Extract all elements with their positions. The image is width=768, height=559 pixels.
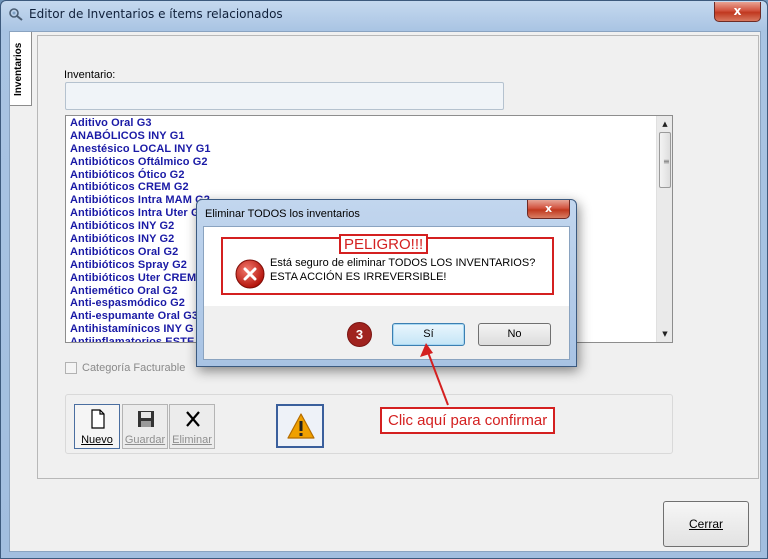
scroll-down-icon[interactable]: ▼ — [657, 326, 672, 342]
cerrar-button[interactable]: Cerrar — [663, 501, 749, 547]
close-icon: x — [733, 4, 742, 18]
list-item[interactable]: Antibióticos Oftálmico G2 — [70, 156, 655, 169]
dialog-title: Eliminar TODOS los inventarios — [205, 208, 360, 220]
dialog-body: Está seguro de eliminar TODOS LOS INVENT… — [203, 226, 570, 360]
dialog-close-button[interactable]: x — [527, 200, 570, 219]
delete-all-warning-button[interactable] — [276, 404, 324, 448]
checkbox-box[interactable] — [65, 362, 77, 374]
peligro-label: PELIGRO!!! — [339, 234, 429, 254]
warning-icon — [287, 413, 315, 439]
step-number-badge: 3 — [347, 322, 372, 347]
guardar-label: Guardar — [124, 434, 166, 446]
list-item[interactable]: ANABÓLICOS INY G1 — [70, 130, 655, 143]
guardar-button[interactable]: Guardar — [122, 404, 168, 449]
scroll-up-icon[interactable]: ▲ — [657, 116, 672, 132]
scroll-thumb[interactable]: ≡ — [659, 132, 671, 188]
inventario-label: Inventario: — [64, 69, 116, 81]
cerrar-label: Cerrar — [688, 517, 723, 531]
dialog-message-area: Está seguro de eliminar TODOS LOS INVENT… — [204, 227, 569, 306]
tab-inventarios[interactable]: Inventarios — [10, 32, 32, 106]
save-icon — [138, 411, 154, 427]
list-item[interactable]: Antibióticos CREM G2 — [70, 181, 655, 194]
confirm-delete-dialog: Eliminar TODOS los inventarios x Está se… — [196, 199, 577, 367]
no-button[interactable]: No — [478, 323, 551, 346]
window-close-button[interactable]: x — [714, 2, 761, 22]
list-item[interactable]: Antibióticos Ótico G2 — [70, 169, 655, 182]
yes-button[interactable]: Sí — [392, 323, 465, 346]
thumb-grip-icon: ≡ — [663, 157, 670, 166]
close-icon: x — [544, 202, 553, 215]
list-item[interactable]: Anestésico LOCAL INY G1 — [70, 143, 655, 156]
nuevo-button[interactable]: Nuevo — [74, 404, 120, 449]
inventario-input[interactable] — [65, 82, 504, 110]
eliminar-button[interactable]: Eliminar — [169, 404, 215, 449]
eliminar-label: Eliminar — [172, 434, 212, 446]
app-icon — [9, 8, 23, 21]
confirm-callout: Clic aquí para confirmar — [380, 407, 556, 434]
categoria-facturable-label: Categoría Facturable — [82, 362, 186, 374]
tab-inventarios-label: Inventarios — [13, 42, 24, 96]
list-item[interactable]: Aditivo Oral G3 — [70, 117, 655, 130]
window-title: Editor de Inventarios e ítems relacionad… — [29, 7, 283, 21]
nuevo-label: Nuevo — [81, 434, 113, 446]
delete-x-icon — [186, 411, 200, 427]
categoria-facturable-checkbox[interactable]: Categoría Facturable — [65, 362, 185, 374]
new-document-icon — [91, 409, 105, 429]
list-scrollbar[interactable]: ▲ ≡ ▼ — [656, 116, 672, 342]
